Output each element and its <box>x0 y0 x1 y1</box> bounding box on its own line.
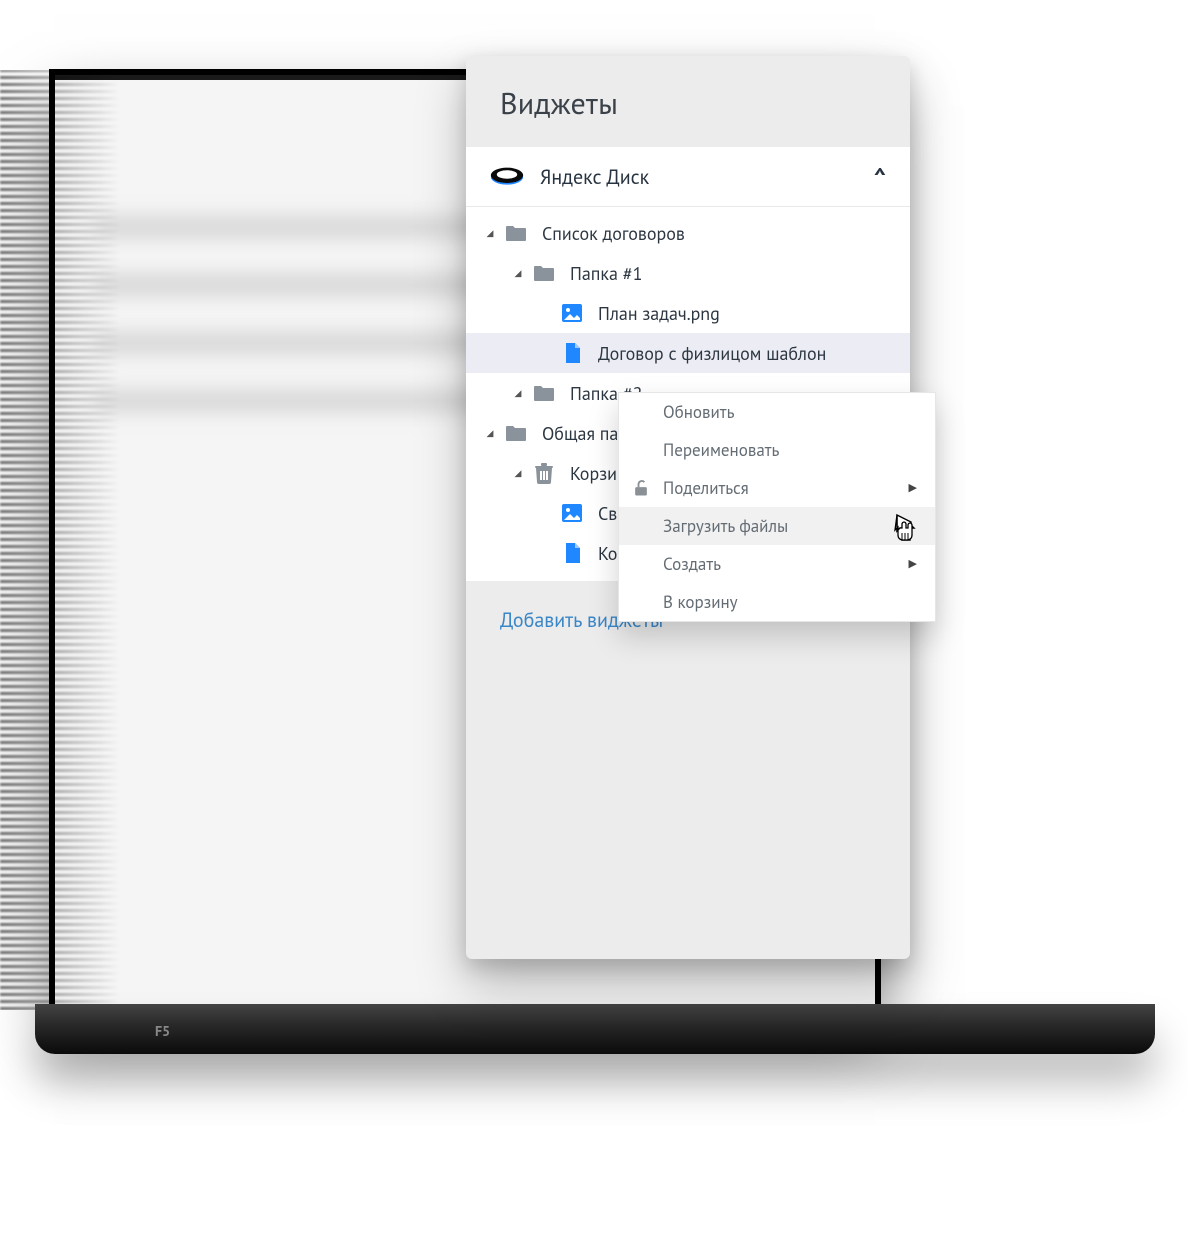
expand-toggle-icon[interactable]: ◢ <box>484 428 496 439</box>
folder-icon <box>504 221 528 245</box>
folder-icon <box>532 381 556 405</box>
context-menu-item[interactable]: Переименовать <box>619 431 935 469</box>
tree-file[interactable]: План задач.png <box>466 293 910 333</box>
context-menu: Обновить Переименовать Поделиться ▶ Загрузит… <box>618 392 936 622</box>
context-menu-label: Загрузить файлы <box>663 515 788 537</box>
tree-item-label: Список договоров <box>542 222 685 245</box>
expand-toggle-icon[interactable]: ◢ <box>512 388 524 399</box>
context-menu-item[interactable]: Загрузить файлы <box>619 507 935 545</box>
decorative-noise <box>0 70 120 1010</box>
doc-icon <box>560 341 584 365</box>
tree-item-label: План задач.png <box>598 302 720 325</box>
context-menu-item[interactable]: Создать ▶ <box>619 545 935 583</box>
panel-title: Виджеты <box>466 56 910 147</box>
yandex-disk-header[interactable]: Яндекс Диск ^ <box>466 147 910 207</box>
laptop-base: F5 <box>35 1004 1155 1054</box>
image-icon <box>560 301 584 325</box>
folder-icon <box>504 421 528 445</box>
tree-folder[interactable]: ◢ Папка #1 <box>466 253 910 293</box>
context-menu-label: Переименовать <box>663 439 779 461</box>
context-menu-item[interactable]: Поделиться ▶ <box>619 469 935 507</box>
tree-item-label: Папка #1 <box>570 262 642 285</box>
context-menu-item[interactable]: Обновить <box>619 393 935 431</box>
yandex-disk-title: Яндекс Диск <box>540 164 874 190</box>
unlock-icon <box>631 478 651 498</box>
context-menu-label: Создать <box>663 553 721 575</box>
expand-toggle-icon[interactable]: ◢ <box>512 468 524 479</box>
chevron-up-icon: ^ <box>874 161 886 192</box>
trash-icon <box>532 461 556 485</box>
context-menu-item[interactable]: В корзину <box>619 583 935 621</box>
expand-toggle-icon[interactable]: ◢ <box>512 268 524 279</box>
yandex-disk-icon <box>490 164 524 190</box>
tree-file[interactable]: Договор с физлицом шаблон <box>466 333 910 373</box>
context-menu-label: Поделиться <box>663 477 749 499</box>
image-icon <box>560 501 584 525</box>
expand-toggle-icon[interactable]: ◢ <box>484 228 496 239</box>
tree-item-label: Договор с физлицом шаблон <box>598 342 826 365</box>
context-menu-label: Обновить <box>663 401 734 423</box>
doc-icon <box>560 541 584 565</box>
tree-folder[interactable]: ◢ Список договоров <box>466 213 910 253</box>
folder-icon <box>532 261 556 285</box>
submenu-arrow-icon: ▶ <box>909 557 917 571</box>
context-menu-label: В корзину <box>663 591 738 613</box>
submenu-arrow-icon: ▶ <box>909 481 917 495</box>
keyboard-fkey: F5 <box>155 1022 170 1040</box>
